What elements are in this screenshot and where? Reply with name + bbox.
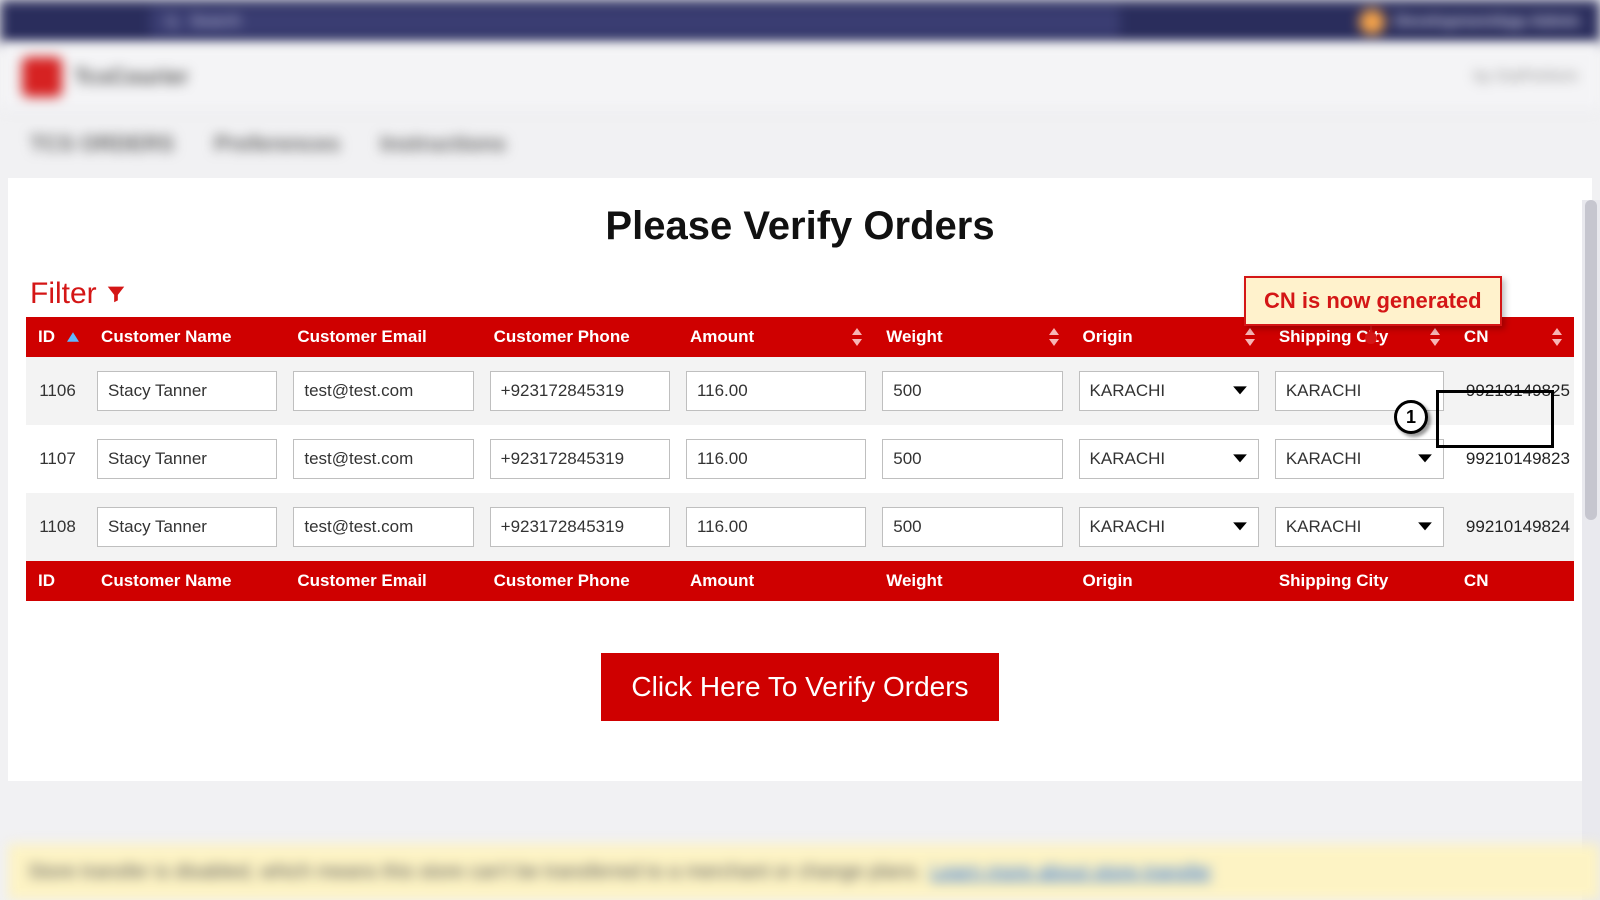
col-email[interactable]: Customer Email (285, 317, 481, 357)
weight-input[interactable] (882, 439, 1062, 479)
sort-icon (1428, 328, 1442, 346)
orders-table: ID Customer Name Customer Email Customer… (26, 317, 1574, 601)
tab-instructions[interactable]: Instructions (380, 131, 506, 157)
sort-icon (1047, 328, 1061, 346)
weight-input[interactable] (882, 507, 1062, 547)
origin-select[interactable]: KARACHI (1079, 371, 1259, 411)
customer-name-input[interactable] (97, 439, 277, 479)
col-id[interactable]: ID (26, 317, 89, 357)
fcol-cn: CN (1452, 561, 1574, 601)
search-placeholder: Search (190, 13, 241, 31)
annotation-step-marker: 1 (1394, 400, 1428, 434)
origin-value: KARACHI (1090, 381, 1166, 401)
amount-input[interactable] (686, 371, 866, 411)
order-id: 1106 (26, 357, 89, 425)
fcol-ship: Shipping City (1267, 561, 1452, 601)
col-name[interactable]: Customer Name (89, 317, 285, 357)
scrollbar-thumb[interactable] (1585, 200, 1597, 520)
fcol-name: Customer Name (89, 561, 285, 601)
table-row: 1106 KARACHI 99210149825 (26, 357, 1574, 425)
app-name: TcsCourier (74, 64, 189, 90)
origin-select[interactable]: KARACHI (1079, 439, 1259, 479)
order-id: 1108 (26, 493, 89, 561)
fcol-phone: Customer Phone (482, 561, 678, 601)
origin-select[interactable]: KARACHI (1079, 507, 1259, 547)
annotation-callout: CN is now generated (1244, 276, 1502, 326)
page-title: Please Verify Orders (26, 204, 1574, 249)
cn-value: 99210149825 (1452, 357, 1574, 425)
user-label: DevelopmentApp Admin (1395, 13, 1580, 31)
cn-value: 99210149824 (1452, 493, 1574, 561)
chevron-down-icon (1232, 521, 1248, 533)
amount-input[interactable] (686, 439, 866, 479)
tab-tcs-orders[interactable]: TCS ORDERS (30, 131, 174, 157)
fcol-email: Customer Email (285, 561, 481, 601)
chevron-down-icon (1232, 385, 1248, 397)
weight-input[interactable] (882, 371, 1062, 411)
customer-email-input[interactable] (293, 439, 473, 479)
annotation-leader-dot (1365, 332, 1377, 344)
customer-email-input[interactable] (293, 371, 473, 411)
cn-value: 99210149823 (1452, 425, 1574, 493)
store-transfer-banner: Store transfer is disabled, which means … (8, 844, 1600, 900)
app-logo (22, 57, 62, 97)
fcol-weight: Weight (874, 561, 1070, 601)
app-tabs: TCS ORDERS Preferences Instructions (0, 110, 1600, 178)
sort-asc-icon (67, 332, 79, 342)
shipping-city-value: KARACHI (1286, 517, 1362, 537)
customer-phone-input[interactable] (490, 507, 670, 547)
col-phone[interactable]: Customer Phone (482, 317, 678, 357)
shipping-city-select[interactable]: KARACHI (1275, 507, 1444, 547)
origin-value: KARACHI (1090, 449, 1166, 469)
banner-text: Store transfer is disabled, which means … (28, 861, 922, 884)
customer-email-input[interactable] (293, 507, 473, 547)
col-origin[interactable]: Origin (1071, 317, 1267, 357)
col-weight[interactable]: Weight (874, 317, 1070, 357)
sort-icon (1243, 328, 1257, 346)
search-icon (164, 14, 180, 30)
filter-label-text: Filter (30, 277, 97, 311)
global-search[interactable]: Search (150, 7, 1120, 37)
origin-value: KARACHI (1090, 517, 1166, 537)
banner-link[interactable]: Learn more about store transfer (930, 861, 1211, 884)
vertical-scrollbar[interactable] (1582, 200, 1600, 900)
order-id: 1107 (26, 425, 89, 493)
chevron-down-icon (1417, 521, 1433, 533)
fcol-amount: Amount (678, 561, 874, 601)
main-panel: Please Verify Orders Filter ID Customer … (8, 178, 1592, 781)
global-topbar: Search DevelopmentApp Admin (0, 0, 1600, 44)
customer-name-input[interactable] (97, 507, 277, 547)
col-amount[interactable]: Amount (678, 317, 874, 357)
table-row: 1108 KARACHI KARACHI 99210149824 (26, 493, 1574, 561)
chevron-down-icon (1417, 453, 1433, 465)
customer-phone-input[interactable] (490, 371, 670, 411)
app-vendor: by OutPerform (1474, 68, 1578, 86)
filter-icon (105, 283, 127, 305)
sort-icon (850, 328, 864, 346)
fcol-id: ID (26, 561, 89, 601)
fcol-origin: Origin (1071, 561, 1267, 601)
user-menu[interactable]: DevelopmentApp Admin (1359, 9, 1580, 35)
verify-orders-button[interactable]: Click Here To Verify Orders (601, 653, 998, 721)
avatar (1359, 9, 1385, 35)
shipping-city-select[interactable]: KARACHI (1275, 439, 1444, 479)
tab-preferences[interactable]: Preferences (214, 131, 340, 157)
table-footer-row: ID Customer Name Customer Email Customer… (26, 561, 1574, 601)
customer-phone-input[interactable] (490, 439, 670, 479)
table-row: 1107 KARACHI KARACHI 99210149823 (26, 425, 1574, 493)
app-header: TcsCourier by OutPerform (0, 44, 1600, 110)
shipping-city-value: KARACHI (1286, 449, 1362, 469)
sort-icon (1550, 328, 1564, 346)
amount-input[interactable] (686, 507, 866, 547)
chevron-down-icon (1232, 453, 1248, 465)
customer-name-input[interactable] (97, 371, 277, 411)
